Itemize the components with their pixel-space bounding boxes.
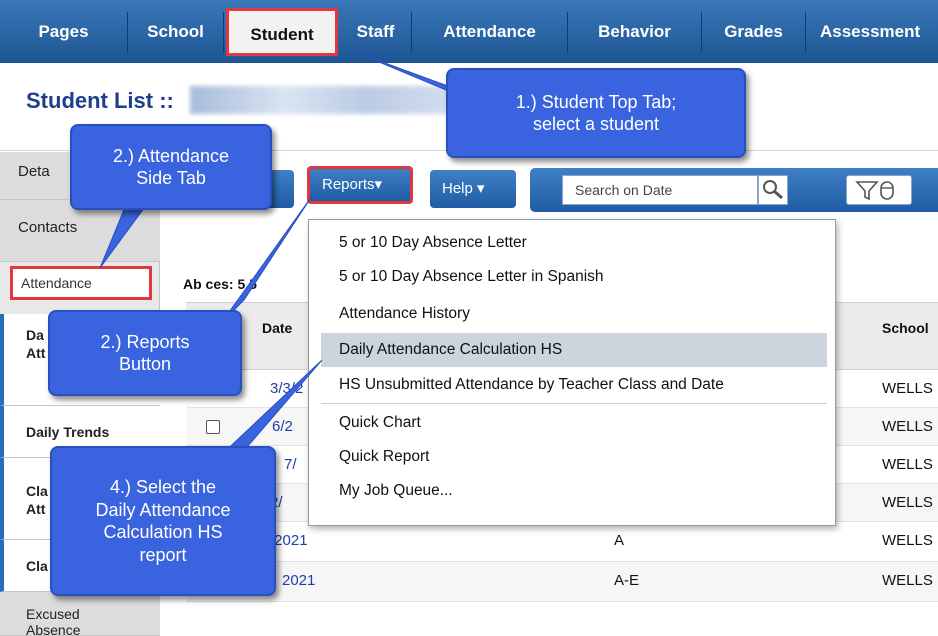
pointer-step2a <box>99 199 151 269</box>
callout-step1: 1.) Student Top Tab; select a student <box>446 68 746 158</box>
callout-step2-reports-button: 2.) Reports Button <box>48 310 242 396</box>
callout-step4-select-report: 4.) Select the Daily Attendance Calculat… <box>50 446 276 596</box>
pointer-step2b <box>221 195 313 323</box>
callout-step2-attendance-tab: 2.) Attendance Side Tab <box>70 124 272 210</box>
